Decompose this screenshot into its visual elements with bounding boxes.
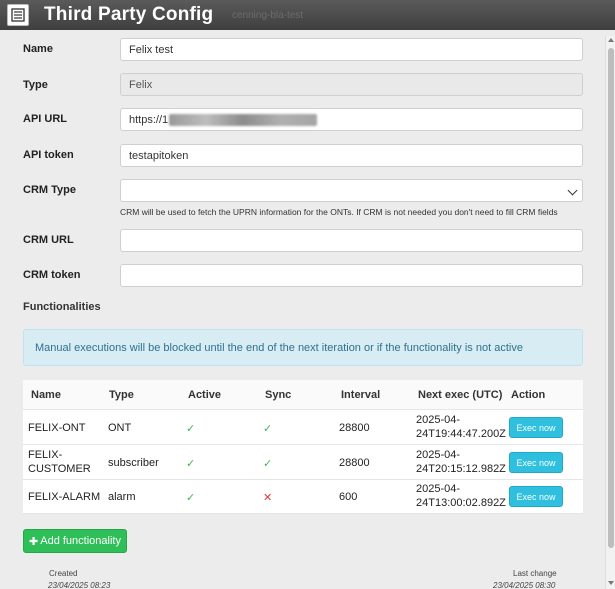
scroll-up-icon[interactable] [608, 38, 614, 42]
scroll-down-icon[interactable] [608, 581, 614, 585]
table-row: FELIX-ONT ONT ✓ ✓ 28800 2025-04- 24T19:4… [23, 410, 583, 445]
last-change-label: Last change [513, 569, 557, 578]
table-row: FELIX- CUSTOMER subscriber ✓ ✓ 28800 202… [23, 445, 583, 480]
cross-icon: ✕ [263, 492, 273, 504]
crm-url-field[interactable] [120, 229, 583, 252]
row-next-exec-date: 2025-04- [416, 449, 461, 461]
col-action: Action [511, 389, 546, 401]
background-text: cenning-bla-test [232, 10, 304, 21]
crm-type-label: CRM Type [23, 184, 76, 196]
table-row: FELIX-ALARM alarm ✓ ✕ 600 2025-04- 24T13… [23, 480, 583, 514]
col-name: Name [31, 389, 61, 401]
api-token-value: testapitoken [129, 149, 189, 162]
exec-now-button[interactable]: Exec now [509, 417, 563, 438]
api-url-label: API URL [23, 113, 67, 125]
exec-now-button[interactable]: Exec now [509, 486, 563, 507]
name-value: Felix test [129, 43, 174, 56]
row-name-line1: FELIX- [28, 449, 63, 461]
row-interval: 600 [339, 491, 358, 503]
api-url-field[interactable]: https://1 [120, 108, 583, 131]
crm-token-label: CRM token [23, 269, 81, 281]
api-url-value: https://1 [129, 113, 169, 126]
page-title: Third Party Config [44, 4, 214, 25]
row-interval: 28800 [339, 457, 370, 469]
row-interval: 28800 [339, 422, 370, 434]
crm-token-field[interactable] [120, 264, 583, 287]
type-field: Felix [120, 73, 583, 96]
row-next-exec-date: 2025-04- [416, 483, 461, 495]
info-alert: Manual executions will be blocked until … [23, 329, 583, 366]
row-next-exec-time: 24T20:15:12.982Z [416, 463, 506, 475]
redacted-text [169, 113, 318, 126]
functionalities-table: Name Type Active Sync Interval Next exec… [23, 380, 583, 514]
functionalities-title: Functionalities [23, 301, 101, 313]
check-icon: ✓ [186, 423, 196, 435]
check-icon: ✓ [263, 458, 273, 470]
name-field[interactable]: Felix test [120, 38, 583, 61]
scroll-thumb[interactable] [608, 48, 614, 548]
vertical-scrollbar[interactable] [605, 36, 615, 589]
title-bar: Third Party Config cenning-bla-test [0, 0, 615, 30]
chevron-down-icon [567, 185, 578, 196]
row-type: subscriber [108, 457, 159, 469]
col-sync: Sync [265, 389, 292, 401]
row-next-exec-time: 24T19:44:47.200Z [416, 428, 506, 440]
list-icon[interactable] [7, 4, 29, 26]
row-name: FELIX-ONT [28, 422, 86, 434]
row-type: alarm [108, 491, 136, 503]
col-type: Type [109, 389, 134, 401]
crm-url-label: CRM URL [23, 234, 74, 246]
row-next-exec-time: 24T13:00:02.892Z [416, 497, 506, 509]
col-next-exec: Next exec (UTC) [418, 389, 503, 401]
add-functionality-label: Add functionality [40, 535, 121, 547]
col-active: Active [188, 389, 222, 401]
col-interval: Interval [341, 389, 381, 401]
exec-now-button[interactable]: Exec now [509, 452, 563, 473]
check-icon: ✓ [186, 492, 196, 504]
type-label: Type [23, 79, 48, 91]
crm-hint: CRM will be used to fetch the UPRN infor… [120, 207, 558, 217]
row-name: FELIX-ALARM [28, 491, 101, 503]
table-header: Name Type Active Sync Interval Next exec… [23, 380, 583, 410]
created-label: Created [49, 569, 78, 578]
name-label: Name [23, 43, 53, 55]
check-icon: ✓ [186, 458, 196, 470]
check-icon: ✓ [263, 423, 273, 435]
row-name-line2: CUSTOMER [28, 463, 91, 475]
plus-icon: ✚ [29, 535, 39, 548]
row-next-exec-date: 2025-04- [416, 414, 461, 426]
created-value: 23/04/2025 08:23 [48, 581, 111, 589]
add-functionality-button[interactable]: ✚ Add functionality [23, 529, 127, 553]
row-type: ONT [108, 422, 132, 434]
config-form: Name Felix test Type Felix API URL https… [0, 30, 605, 589]
last-change-value: 23/04/2025 08:30 [493, 581, 556, 589]
crm-type-select[interactable] [120, 179, 583, 202]
type-value: Felix [129, 78, 153, 91]
api-token-label: API token [23, 149, 74, 161]
api-token-field[interactable]: testapitoken [120, 144, 583, 167]
